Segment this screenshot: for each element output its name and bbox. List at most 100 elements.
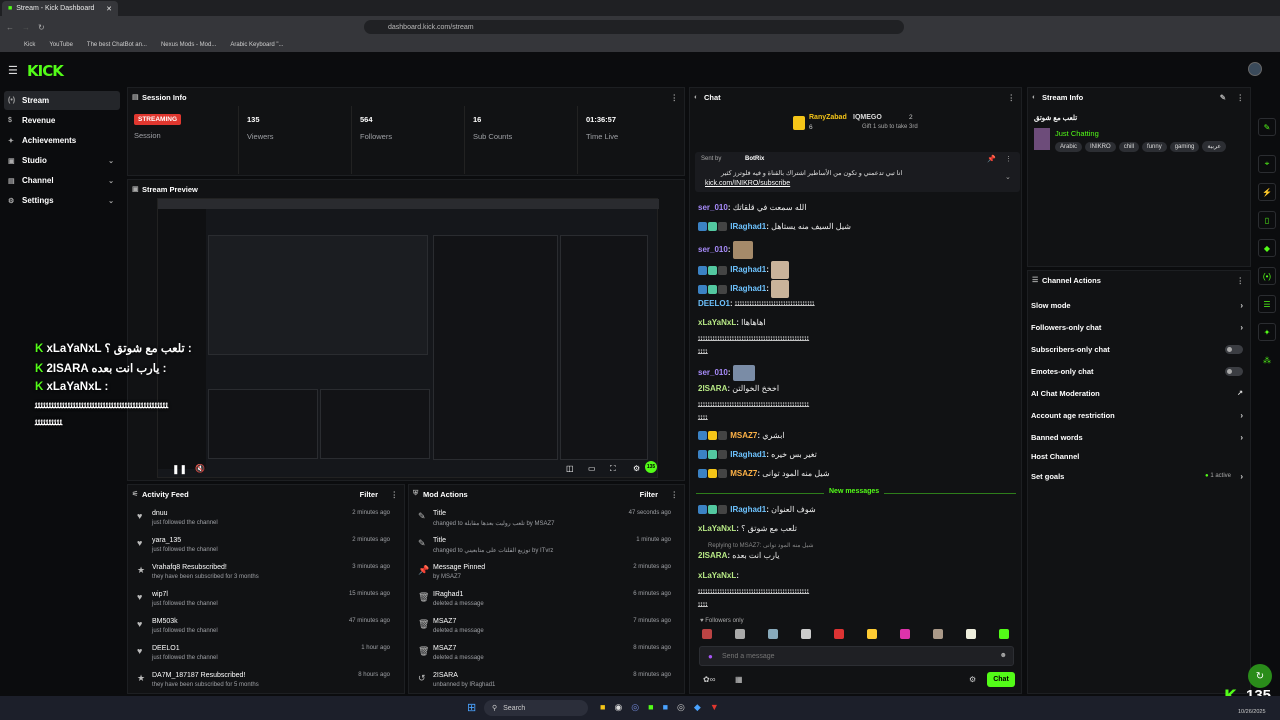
- pencil-icon[interactable]: ✎: [1220, 93, 1226, 102]
- emote-icon[interactable]: [867, 629, 877, 639]
- back-icon[interactable]: ←: [6, 23, 14, 32]
- chat-user[interactable]: MSAZ7: [730, 431, 757, 440]
- address-bar[interactable]: dashboard.kick.com/stream: [364, 20, 904, 34]
- chat-user[interactable]: xLaYaNxL: [698, 571, 736, 580]
- sidebar-item-studio[interactable]: ▣ Studio ⌄: [4, 151, 120, 170]
- emotes-only-toggle[interactable]: [1225, 366, 1243, 376]
- action-followers-only[interactable]: Followers-only chat ›: [1031, 317, 1243, 337]
- broadcast-icon[interactable]: (•): [1258, 267, 1276, 285]
- crosshair-icon[interactable]: ⌖: [1258, 155, 1276, 173]
- chat-user[interactable]: IRaghad1: [730, 450, 766, 459]
- forward-icon[interactable]: →: [22, 23, 30, 32]
- reload-icon[interactable]: ↻: [38, 23, 45, 32]
- avatar[interactable]: [1248, 62, 1262, 76]
- app-icon[interactable]: ◆: [694, 702, 701, 713]
- tag[interactable]: funny: [1142, 142, 1167, 152]
- emote-icon[interactable]: [702, 629, 712, 639]
- chat-user[interactable]: 2ISARA: [698, 384, 727, 393]
- chat-user[interactable]: ser_010: [698, 203, 728, 212]
- stream-video[interactable]: [157, 198, 659, 478]
- bookmark-arabic-keyboard[interactable]: Arabic Keyboard "...: [230, 42, 283, 48]
- pin-icon[interactable]: 📌: [987, 155, 996, 163]
- list-icon[interactable]: ☰: [1258, 295, 1276, 313]
- pause-icon[interactable]: ❚❚: [172, 464, 187, 475]
- filter-button[interactable]: Filter: [640, 490, 658, 499]
- theater-icon[interactable]: ▭: [588, 464, 596, 473]
- chat-user[interactable]: xLaYaNxL: [698, 318, 736, 327]
- pencil-icon[interactable]: ✎: [1258, 118, 1276, 136]
- category-link[interactable]: Just Chatting: [1055, 129, 1099, 138]
- menu-icon[interactable]: ☰: [8, 64, 18, 77]
- action-banned-words[interactable]: Banned words ›: [1031, 427, 1243, 447]
- kick-logo[interactable]: KICK: [27, 62, 64, 80]
- emote-icon[interactable]: [933, 629, 943, 639]
- sidebar-item-revenue[interactable]: $ Revenue: [4, 111, 120, 130]
- tag[interactable]: INIKRO: [1085, 142, 1116, 152]
- emote-icon[interactable]: [801, 629, 811, 639]
- emoji-icon[interactable]: ☻: [1000, 652, 1007, 659]
- bookmark-chatbot[interactable]: The best ChatBot an...: [87, 42, 147, 48]
- action-host-channel[interactable]: Host Channel: [1031, 446, 1243, 466]
- send-chat-button[interactable]: Chat: [987, 672, 1015, 687]
- chevron-down-icon[interactable]: ⌄: [1005, 173, 1011, 181]
- emote-icon[interactable]: [966, 629, 976, 639]
- emote-icon[interactable]: [834, 629, 844, 639]
- gear-icon[interactable]: ⚙: [969, 675, 976, 684]
- sidebar-item-channel[interactable]: ▤ Channel ⌄: [4, 171, 120, 190]
- app-icon[interactable]: ■: [648, 702, 653, 713]
- chat-user[interactable]: IRaghad1: [730, 265, 766, 274]
- bookmark-youtube[interactable]: YouTube: [49, 42, 73, 48]
- filter-button[interactable]: Filter: [360, 490, 378, 499]
- chat-input[interactable]: [722, 650, 992, 662]
- emote-icon[interactable]: [735, 629, 745, 639]
- microphone-icon[interactable]: ●: [708, 652, 713, 661]
- gift-prompt[interactable]: Gift 1 sub to take 3rd: [862, 124, 918, 130]
- mute-icon[interactable]: 🔇: [195, 464, 205, 473]
- bookmark-nexus[interactable]: Nexus Mods - Mod...: [161, 42, 216, 48]
- more-icon[interactable]: ⋮: [1008, 93, 1016, 102]
- lightning-icon[interactable]: ⚡: [1258, 183, 1276, 201]
- pinned-link[interactable]: kick.com/INIKRO/subscribe: [705, 180, 790, 187]
- refresh-icon[interactable]: ↻: [1248, 664, 1272, 688]
- fullscreen-icon[interactable]: ⛶: [610, 464, 616, 474]
- bookmark-kick[interactable]: Kick: [24, 42, 35, 48]
- chat-user[interactable]: ser_010: [698, 368, 728, 377]
- tag[interactable]: gaming: [1169, 142, 1200, 152]
- clipboard-icon[interactable]: ▯: [1258, 211, 1276, 229]
- close-tab-icon[interactable]: ✕: [106, 5, 112, 13]
- subscribers-only-toggle[interactable]: [1225, 344, 1243, 354]
- action-set-goals[interactable]: Set goals ● 1 active ›: [1031, 466, 1243, 486]
- gear-icon[interactable]: ⚙: [633, 464, 640, 473]
- emote-icon[interactable]: [999, 629, 1009, 639]
- vscode-icon[interactable]: ■: [663, 702, 668, 713]
- chat-user[interactable]: IRaghad1: [730, 222, 766, 231]
- chat-user[interactable]: 2ISARA: [698, 551, 727, 560]
- action-account-age[interactable]: Account age restriction ›: [1031, 405, 1243, 425]
- action-ai-moderation[interactable]: AI Chat Moderation ↗: [1031, 383, 1243, 403]
- tag[interactable]: عربية: [1202, 141, 1226, 152]
- chat-user[interactable]: IRaghad1: [730, 505, 766, 514]
- wrench-icon[interactable]: ✦: [1258, 323, 1276, 341]
- emote-icon[interactable]: [768, 629, 778, 639]
- chat-user[interactable]: ser_010: [698, 245, 728, 254]
- file-explorer-icon[interactable]: ■: [600, 702, 605, 713]
- obs-icon[interactable]: ◎: [677, 702, 685, 713]
- more-icon[interactable]: ⋮: [1237, 276, 1245, 285]
- more-icon[interactable]: ⋮: [391, 490, 399, 499]
- sidebar-item-settings[interactable]: ⚙ Settings ⌄: [4, 191, 120, 210]
- more-icon[interactable]: ⋮: [671, 93, 679, 102]
- nodes-icon[interactable]: ⁂: [1263, 356, 1271, 365]
- emote-icon[interactable]: [900, 629, 910, 639]
- calendar-icon[interactable]: ▦: [735, 675, 743, 684]
- chat-user[interactable]: xLaYaNxL: [698, 524, 736, 533]
- rewards-icon[interactable]: ✿∞: [703, 675, 715, 684]
- sidebar-item-achievements[interactable]: ✦ Achievements: [4, 131, 120, 150]
- chat-bubble-icon[interactable]: ◆: [1258, 239, 1276, 257]
- sidebar-item-stream[interactable]: (•) Stream: [4, 91, 120, 110]
- discord-icon[interactable]: ◎: [631, 702, 639, 713]
- more-icon[interactable]: ⋮: [671, 490, 679, 499]
- brave-icon[interactable]: ▼: [710, 702, 719, 713]
- chat-user[interactable]: MSAZ7: [730, 469, 757, 478]
- chat-user[interactable]: DEELO1: [698, 299, 730, 308]
- taskbar-search[interactable]: ⚲ Search: [484, 700, 588, 716]
